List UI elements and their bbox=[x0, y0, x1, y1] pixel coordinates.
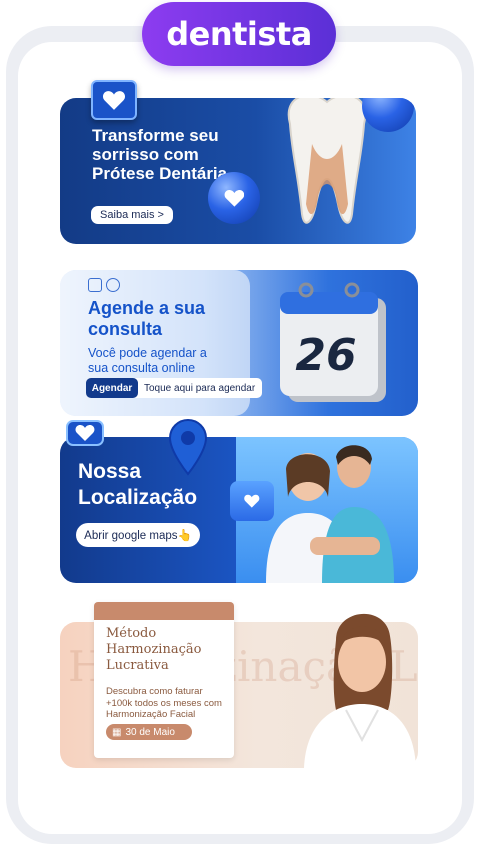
card-agendamento[interactable]: Agende a sua consulta Você pode agendar … bbox=[60, 270, 418, 416]
agendar-hint: Toque aqui para agendar bbox=[144, 382, 256, 394]
card-localizacao[interactable]: Nossa Localização Abrir google maps👆 bbox=[60, 437, 418, 583]
saiba-mais-button[interactable]: Saiba mais > bbox=[91, 206, 173, 224]
google-maps-button[interactable]: Abrir google maps👆 bbox=[76, 523, 200, 547]
heart-ball-icon bbox=[208, 172, 260, 224]
heart-chat-icon bbox=[91, 80, 137, 120]
card-protese-title: Transforme seu sorrisso com Prótese Dent… bbox=[92, 126, 228, 183]
card-harmonizacao-subtitle: Descubra como faturar +100k todos os mes… bbox=[106, 686, 222, 720]
clock-icon bbox=[106, 278, 120, 292]
agendar-button[interactable]: Agendar bbox=[86, 378, 138, 398]
agendar-bar[interactable]: Agendar Toque aqui para agendar bbox=[86, 378, 262, 398]
card-agendamento-title: Agende a sua consulta bbox=[88, 298, 206, 339]
card-harmonizacao-title: Método Harmozinação Lucrativa bbox=[106, 626, 202, 673]
date-badge[interactable]: ▦ 30 de Maio bbox=[106, 724, 192, 740]
category-pill[interactable]: dentista bbox=[142, 2, 336, 66]
heart-chat-icon bbox=[66, 420, 104, 446]
calendar-icon bbox=[88, 278, 102, 292]
calendar-day: 26 bbox=[295, 330, 356, 381]
location-pin-icon bbox=[168, 418, 208, 476]
calendar-clock-icons bbox=[88, 278, 120, 292]
calendar-icon: 26 bbox=[280, 282, 386, 402]
woman-photo bbox=[304, 613, 416, 768]
category-label: dentista bbox=[166, 15, 312, 53]
card-agendamento-subtitle: Você pode agendar a sua consulta online bbox=[88, 346, 207, 375]
panel-tab bbox=[94, 602, 234, 620]
calendar-icon: ▦ bbox=[112, 726, 122, 738]
heart-chat-icon bbox=[230, 481, 274, 521]
date-label: 30 de Maio bbox=[125, 726, 175, 738]
